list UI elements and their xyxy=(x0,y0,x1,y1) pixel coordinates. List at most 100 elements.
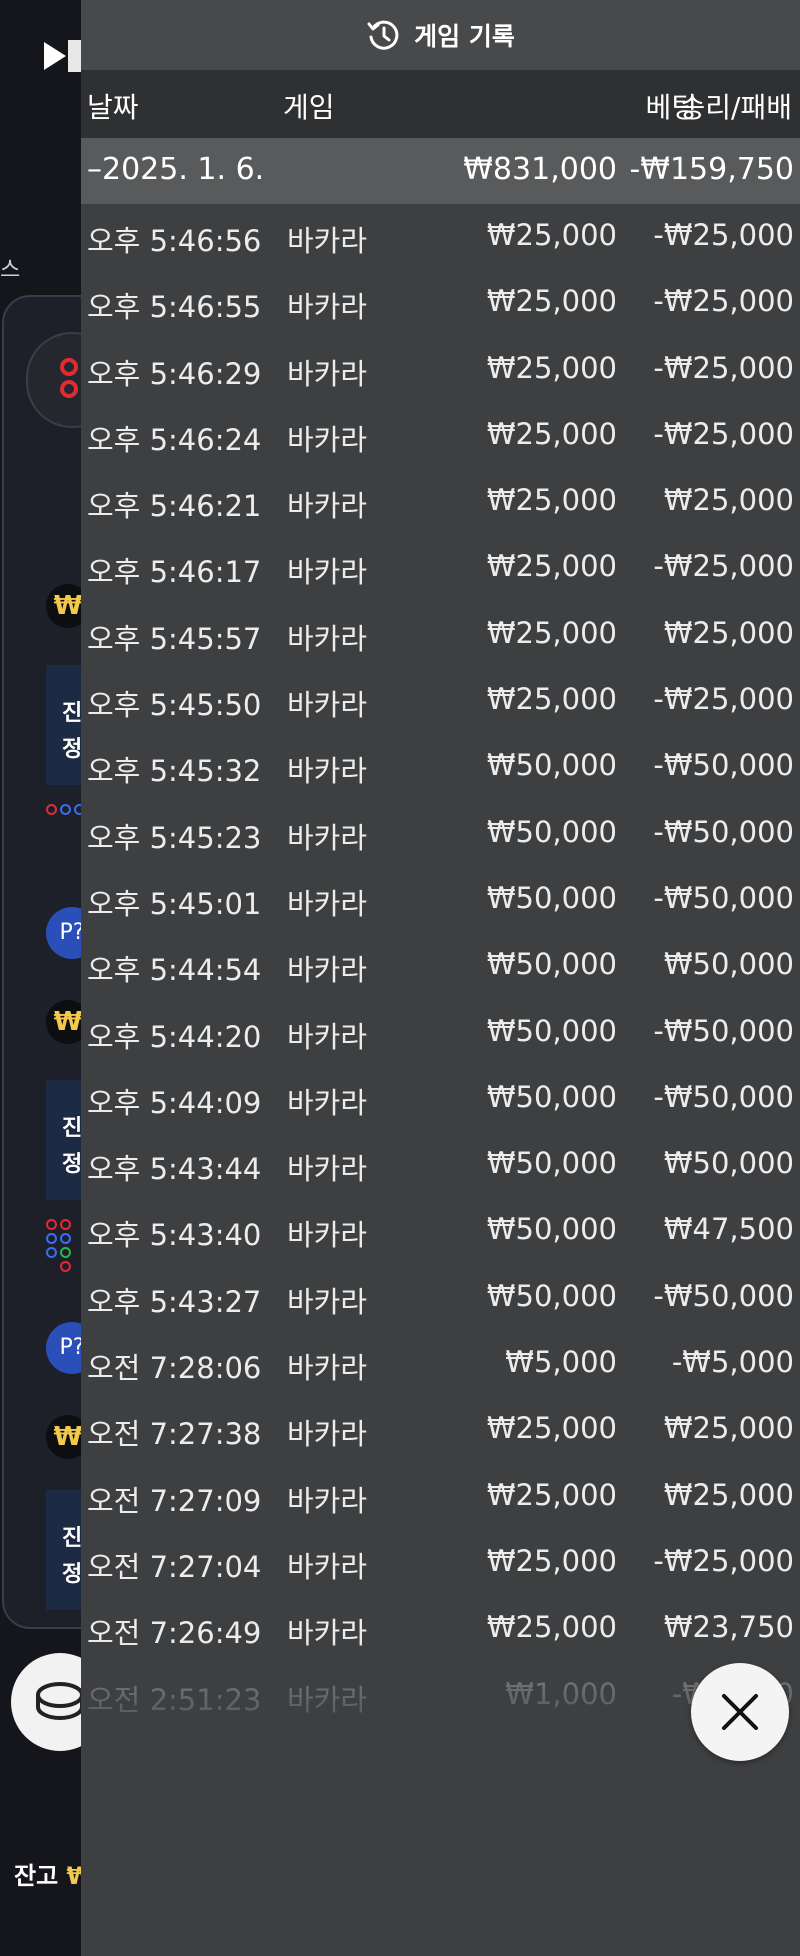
row-result: ₩47,500 xyxy=(663,1212,794,1247)
row-result: -₩50,000 xyxy=(653,1278,794,1313)
history-row[interactable]: 오후 5:44:54 바카라 ₩50,000 ₩50,000 xyxy=(81,933,800,999)
row-time: 오전 7:27:09 xyxy=(87,1483,262,1518)
column-game: 게임 xyxy=(283,91,335,124)
row-time: 오후 5:44:09 xyxy=(87,1085,262,1120)
row-bet: ₩50,000 xyxy=(486,1146,617,1181)
row-bet: ₩25,000 xyxy=(486,350,617,385)
row-result: -₩25,000 xyxy=(653,416,794,451)
row-time: 오후 5:46:17 xyxy=(87,555,262,590)
row-time: 오후 5:43:44 xyxy=(87,1152,262,1187)
row-game: 바카라 xyxy=(287,621,368,656)
row-game: 바카라 xyxy=(287,1549,368,1584)
row-bet: ₩25,000 xyxy=(486,483,617,518)
row-result: -₩25,000 xyxy=(653,350,794,385)
row-time: 오후 5:44:54 xyxy=(87,953,262,988)
row-game: 바카라 xyxy=(287,754,368,789)
close-button[interactable] xyxy=(691,1663,789,1761)
row-game: 바카라 xyxy=(287,953,368,988)
row-result: ₩50,000 xyxy=(663,1146,794,1181)
history-row[interactable]: 오전 7:27:38 바카라 ₩25,000 ₩25,000 xyxy=(81,1397,800,1463)
row-bet: ₩25,000 xyxy=(486,1411,617,1446)
row-bet: ₩25,000 xyxy=(486,549,617,584)
history-row[interactable]: 오후 5:44:20 바카라 ₩50,000 -₩50,000 xyxy=(81,1000,800,1066)
row-game: 바카라 xyxy=(287,886,368,921)
row-game: 바카라 xyxy=(287,1218,368,1253)
row-time: 오전 7:28:06 xyxy=(87,1351,262,1386)
row-bet: ₩50,000 xyxy=(486,947,617,982)
column-result: 승리/패배 xyxy=(679,91,792,124)
row-result: -₩50,000 xyxy=(653,880,794,915)
row-game: 바카라 xyxy=(287,1284,368,1319)
row-bet: ₩25,000 xyxy=(486,682,617,717)
row-game: 바카라 xyxy=(287,1085,368,1120)
history-row[interactable]: 오후 5:46:56 바카라 ₩25,000 -₩25,000 xyxy=(81,204,800,270)
row-game: 바카라 xyxy=(287,422,368,457)
history-row[interactable]: 오전 7:28:06 바카라 ₩5,000 -₩5,000 xyxy=(81,1331,800,1397)
date-group-result-total: -₩159,750 xyxy=(629,152,794,187)
history-row[interactable]: 오전 7:27:04 바카라 ₩25,000 -₩25,000 xyxy=(81,1530,800,1596)
close-icon xyxy=(722,1694,758,1730)
row-result: -₩50,000 xyxy=(653,1013,794,1048)
row-bet: ₩5,000 xyxy=(505,1345,617,1380)
history-row[interactable]: 오후 5:46:55 바카라 ₩25,000 -₩25,000 xyxy=(81,270,800,336)
chip-stack-icon xyxy=(36,1682,84,1721)
row-result: -₩25,000 xyxy=(653,284,794,319)
history-icon xyxy=(367,20,399,50)
history-row[interactable]: 오후 5:44:09 바카라 ₩50,000 -₩50,000 xyxy=(81,1066,800,1132)
history-row[interactable]: 오후 5:45:32 바카라 ₩50,000 -₩50,000 xyxy=(81,734,800,800)
row-bet: ₩25,000 xyxy=(486,416,617,451)
row-bet: ₩25,000 xyxy=(486,284,617,319)
table-card-text: 진 xyxy=(62,701,83,726)
row-time: 오후 5:43:27 xyxy=(87,1284,262,1319)
row-result: -₩25,000 xyxy=(653,682,794,717)
row-game: 바카라 xyxy=(287,489,368,524)
row-result: ₩50,000 xyxy=(663,947,794,982)
row-result: -₩50,000 xyxy=(653,748,794,783)
column-date: 날짜 xyxy=(87,91,139,124)
row-result: -₩50,000 xyxy=(653,814,794,849)
row-result: -₩25,000 xyxy=(653,1543,794,1578)
history-row[interactable]: 오후 5:46:24 바카라 ₩25,000 -₩25,000 xyxy=(81,403,800,469)
row-result: -₩25,000 xyxy=(653,218,794,252)
row-time: 오후 5:46:29 xyxy=(87,356,262,391)
table-card-text: 정 xyxy=(62,737,83,762)
history-row[interactable]: 오후 5:46:17 바카라 ₩25,000 -₩25,000 xyxy=(81,535,800,601)
row-bet: ₩25,000 xyxy=(486,218,617,252)
row-game: 바카라 xyxy=(287,688,368,723)
row-result: ₩25,000 xyxy=(663,483,794,518)
row-game: 바카라 xyxy=(287,1351,368,1386)
panel-header: 게임 기록 xyxy=(81,0,800,70)
history-row[interactable]: 오후 5:46:29 바카라 ₩25,000 -₩25,000 xyxy=(81,337,800,403)
history-row[interactable]: 오후 5:45:50 바카라 ₩25,000 -₩25,000 xyxy=(81,668,800,734)
row-time: 오후 5:44:20 xyxy=(87,1019,262,1054)
history-row[interactable]: 오후 5:45:01 바카라 ₩50,000 -₩50,000 xyxy=(81,867,800,933)
row-result: -₩50,000 xyxy=(653,1079,794,1114)
history-row[interactable]: 오후 5:43:27 바카라 ₩50,000 -₩50,000 xyxy=(81,1265,800,1331)
row-bet: ₩50,000 xyxy=(486,1013,617,1048)
row-result: -₩25,000 xyxy=(653,549,794,584)
history-row[interactable]: 오후 5:43:40 바카라 ₩50,000 ₩47,500 xyxy=(81,1198,800,1264)
history-row[interactable]: 오후 5:46:21 바카라 ₩25,000 ₩25,000 xyxy=(81,469,800,535)
row-time: 오후 5:46:55 xyxy=(87,290,262,325)
column-header-row: 날짜 게임 베팅 승리/패배 xyxy=(81,70,800,138)
history-row[interactable]: 오후 5:45:23 바카라 ₩50,000 -₩50,000 xyxy=(81,801,800,867)
table-card-text: 진 xyxy=(62,1116,83,1141)
row-time: 오후 5:45:32 xyxy=(87,754,262,789)
row-result: -₩5,000 xyxy=(671,1345,794,1380)
category-tab-label: 스 xyxy=(0,258,21,283)
date-group-row[interactable]: –2025. 1. 6. ₩831,000 -₩159,750 xyxy=(81,138,800,204)
row-time: 오후 5:46:21 xyxy=(87,489,262,524)
history-row[interactable]: 오후 5:45:57 바카라 ₩25,000 ₩25,000 xyxy=(81,602,800,668)
row-bet: ₩50,000 xyxy=(486,748,617,783)
history-row[interactable]: 오전 7:27:09 바카라 ₩25,000 ₩25,000 xyxy=(81,1464,800,1530)
row-time: 오후 5:43:40 xyxy=(87,1218,262,1253)
row-bet: ₩50,000 xyxy=(486,880,617,915)
row-game: 바카라 xyxy=(287,820,368,855)
row-time: 오후 5:46:56 xyxy=(87,224,262,258)
row-game: 바카라 xyxy=(287,224,368,258)
balance-label: 잔고 xyxy=(14,1862,59,1890)
row-result: ₩25,000 xyxy=(663,1411,794,1446)
history-row[interactable]: 오후 5:43:44 바카라 ₩50,000 ₩50,000 xyxy=(81,1132,800,1198)
row-time: 오후 5:46:24 xyxy=(87,422,262,457)
date-group-label: –2025. 1. 6. xyxy=(87,152,265,187)
